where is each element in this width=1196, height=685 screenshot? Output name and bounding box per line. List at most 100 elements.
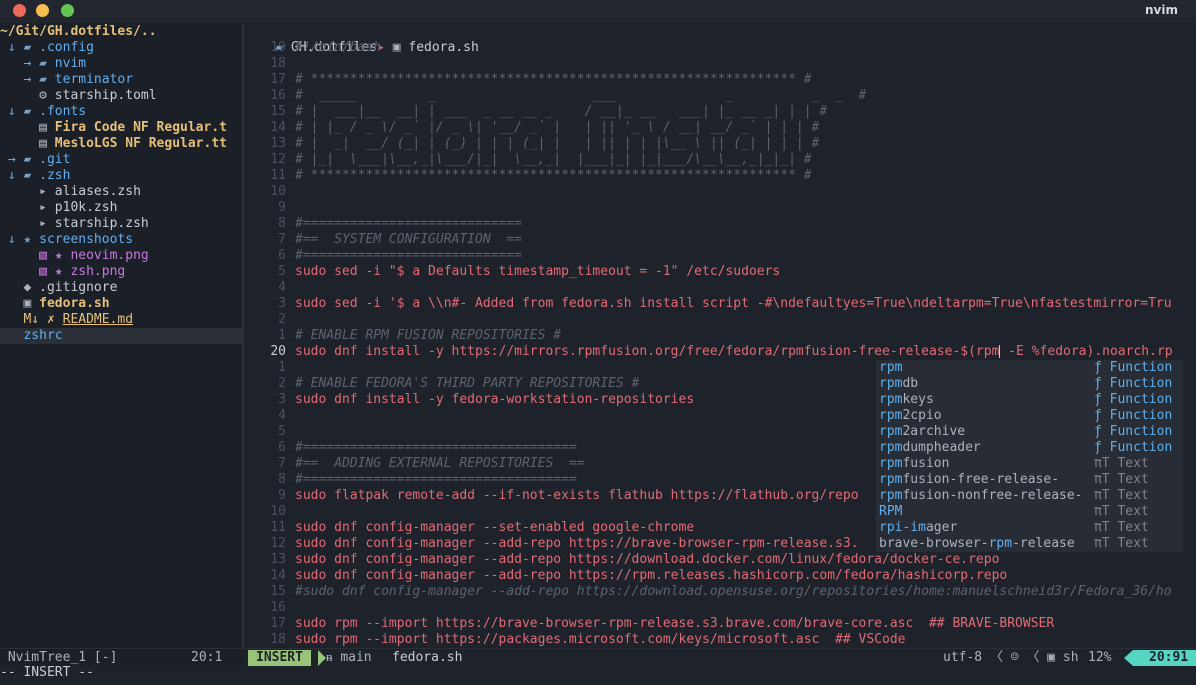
tree-item[interactable]: → ▰ .git [0, 152, 242, 168]
file-tree-panel[interactable]: ~/Git/GH.dotfiles/.. ↓ ▰ .config → ▰ nvi… [0, 24, 242, 648]
tree-item-icon: ▸ [39, 184, 55, 199]
code-line[interactable]: 13 # | _| __/ (_| | (_) | | | (_| | | || … [244, 136, 1196, 152]
line-number: 10 [270, 504, 286, 519]
command-line[interactable]: -- INSERT -- [0, 666, 1196, 685]
tree-item[interactable]: ⚙ starship.toml [0, 88, 242, 104]
completion-word-prefix: rpm [879, 360, 903, 375]
completion-item[interactable]: rpi-imager πT Text [876, 520, 1183, 536]
tree-expand-arrow-icon[interactable]: → [23, 56, 39, 71]
tree-item[interactable]: ▤ MesloLGS NF Regular.tt [0, 136, 242, 152]
completion-item[interactable]: rpmkeys ƒ Function [876, 392, 1183, 408]
tree-item[interactable]: ◆ .gitignore [0, 280, 242, 296]
tree-expand-arrow-icon[interactable]: → [23, 72, 39, 87]
tree-expand-arrow-icon[interactable]: ↓ [8, 40, 24, 55]
code-line[interactable]: 10 [244, 184, 1196, 200]
code-line[interactable]: 15 # | ___|__ __| | ___ _ __ __ _ / __|_ … [244, 104, 1196, 120]
code-line[interactable]: 16 # _____ _ ___ _ _ _ # [244, 88, 1196, 104]
code-line[interactable]: 16 [244, 600, 1196, 616]
line-number: 2 [278, 312, 286, 327]
completion-word-rest: keys [902, 392, 934, 407]
code-text: sudo dnf config-manager --add-repo https… [295, 552, 1000, 567]
code-text: sudo sed -i '$ a \\n#- Added from fedora… [295, 296, 1172, 311]
code-line[interactable]: 14 # | |_ / _ \/ _` |/ _ \| '__/ _` | | |… [244, 120, 1196, 136]
tree-item[interactable]: ↓ ▰ .zsh [0, 168, 242, 184]
tree-item[interactable]: M↓ ✗ README.md [0, 312, 242, 328]
code-line[interactable]: 13 sudo dnf config-manager --add-repo htt… [244, 552, 1196, 568]
tree-item-name: p10k.zsh [54, 200, 118, 215]
completion-item[interactable]: rpm2cpio ƒ Function [876, 408, 1183, 424]
tree-expand-arrow-icon[interactable]: ↓ [8, 104, 24, 119]
code-line[interactable]: 8 #============================ [244, 216, 1196, 232]
maximize-window-button[interactable] [61, 4, 74, 17]
code-line[interactable]: 3 sudo sed -i '$ a \\n#- Added from fedor… [244, 296, 1196, 312]
code-line[interactable]: 4 [244, 280, 1196, 296]
completion-popup[interactable]: rpm ƒ Function rpmdb ƒ Function rpmkeys ƒ Fun… [876, 360, 1183, 552]
tree-expand-arrow-icon[interactable]: ↓ [8, 232, 24, 247]
completion-word-prefix: rpm [879, 456, 903, 471]
completion-item[interactable]: rpm ƒ Function [876, 360, 1183, 376]
code-text: # **************************************… [295, 72, 812, 87]
completion-word: rpmdumpheader [879, 440, 981, 456]
completion-item[interactable]: RPM πT Text [876, 504, 1183, 520]
tree-item[interactable]: ▧ ★ neovim.png [0, 248, 242, 264]
completion-item[interactable]: rpmfusion πT Text [876, 456, 1183, 472]
editor-pane[interactable]: ▰ GH.dotfiles▸ ▣ fedora.sh 19 #!/bin/bash… [244, 24, 1196, 648]
completion-word-rest: fusion [902, 456, 950, 471]
tree-item[interactable]: → ▰ terminator [0, 72, 242, 88]
completion-word-suffix: ager [925, 520, 958, 535]
code-line[interactable]: 17 sudo rpm --import https://brave-browse… [244, 616, 1196, 632]
tree-item[interactable]: ▸ aliases.zsh [0, 184, 242, 200]
tree-item[interactable]: ▣ fedora.sh [0, 296, 242, 312]
code-line[interactable]: 7 #== SYSTEM CONFIGURATION == [244, 232, 1196, 248]
completion-item[interactable]: brave-browser-rpm-release πT Text [876, 536, 1183, 552]
tree-item[interactable]: ▧ ★ zsh.png [0, 264, 242, 280]
completion-item[interactable]: rpmdb ƒ Function [876, 376, 1183, 392]
completion-item[interactable]: rpmfusion-nonfree-release-πT Text [876, 488, 1183, 504]
tree-expand-arrow-icon[interactable]: ↓ [8, 168, 24, 183]
code-line[interactable]: 18 [244, 56, 1196, 72]
code-line[interactable]: 6 #============================ [244, 248, 1196, 264]
completion-word-prefix: rpm [879, 424, 903, 439]
tree-item[interactable]: ↓ ★ screenshoots [0, 232, 242, 248]
line-number: 18 [270, 632, 286, 647]
line-number: 5 [278, 424, 286, 439]
code-line[interactable]: 14 sudo dnf config-manager --add-repo htt… [244, 568, 1196, 584]
tree-item[interactable]: ▸ p10k.zsh [0, 200, 242, 216]
tree-item[interactable]: ▤ Fira Code NF Regular.t [0, 120, 242, 136]
tree-item[interactable]: ▸ starship.zsh [0, 216, 242, 232]
line-number: 3 [278, 296, 286, 311]
tree-item[interactable]: ↓ ▰ .fonts [0, 104, 242, 120]
code-line[interactable]: 5 sudo sed -i "$ a Defaults timestamp_tim… [244, 264, 1196, 280]
code-line[interactable]: 15 #sudo dnf config-manager --add-repo ht… [244, 584, 1196, 600]
line-number: 15 [270, 584, 286, 599]
completion-kind: πT Text [1094, 536, 1149, 551]
code-line[interactable]: 1 # ENABLE RPM FUSION REPOSITORIES # [244, 328, 1196, 344]
code-line[interactable]: 2 [244, 312, 1196, 328]
tree-root-path[interactable]: ~/Git/GH.dotfiles/.. [0, 24, 242, 40]
code-line[interactable]: 20 sudo dnf install -y https://mirrors.rp… [244, 344, 1196, 360]
code-line[interactable]: 11 # ************************************… [244, 168, 1196, 184]
completion-word-prefix: brave-browser- [879, 536, 989, 551]
completion-item[interactable]: rpmfusion-free-release-πT Text [876, 472, 1183, 488]
close-window-button[interactable] [13, 4, 26, 17]
code-line[interactable]: 19 #!/bin/bash [244, 40, 1196, 56]
tree-item[interactable]: → ▰ nvim [0, 56, 242, 72]
code-line[interactable]: 17 # ************************************… [244, 72, 1196, 88]
line-number: 7 [278, 232, 286, 247]
mode-indicator: INSERT [248, 650, 311, 666]
tree-expand-arrow-icon[interactable]: → [8, 152, 24, 167]
completion-kind: ƒ Function [1094, 408, 1173, 423]
tree-item-icon: ▰ [39, 72, 55, 87]
completion-item[interactable]: rpmdumpheader ƒ Function [876, 440, 1183, 456]
completion-item[interactable]: rpm2archive ƒ Function [876, 424, 1183, 440]
minimize-window-button[interactable] [36, 4, 49, 17]
code-line[interactable]: 9 [244, 200, 1196, 216]
code-line[interactable]: 18 sudo rpm --import https://packages.mic… [244, 632, 1196, 648]
code-line[interactable]: 12 # |_| \___|\__,_|\___/|_| \__,_| |___|… [244, 152, 1196, 168]
tree-item[interactable]: zshrc [0, 328, 242, 344]
tree-item[interactable]: ↓ ▰ .config [0, 40, 242, 56]
line-number: 8 [278, 216, 286, 231]
